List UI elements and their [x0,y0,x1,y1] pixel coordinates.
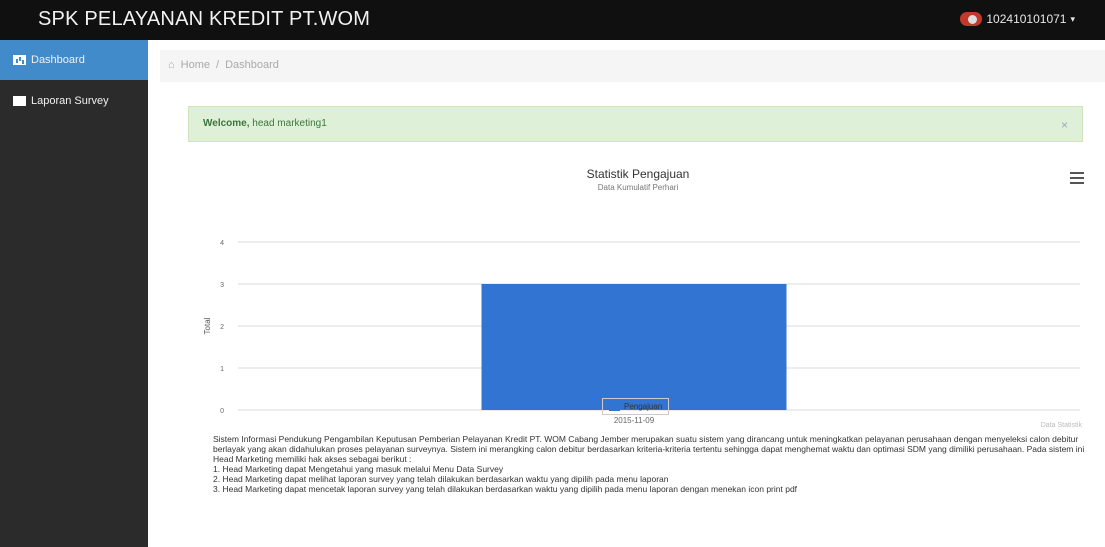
description-item: 2. Head Marketing dapat melihat laporan … [213,474,669,484]
home-icon: ⌂ [168,59,175,71]
legend-label: Pengajuan [624,402,663,411]
table-icon [13,96,26,106]
app-title[interactable]: SPK PELAYANAN KREDIT PT.WOM [38,8,370,31]
chart-title: Statistik Pengajuan [586,167,690,181]
user-menu[interactable]: 102410101071 ▾ [960,12,1075,26]
chart-subtitle: Data Kumulatif Perhari [597,183,679,192]
y-tick-label: 1 [220,366,224,373]
breadcrumb: ⌂ Home / Dashboard [160,50,1105,82]
breadcrumb-current: Dashboard [225,59,279,71]
description-paragraph: Sistem Informasi Pendukung Pengambilan K… [213,434,1085,464]
chart-legend[interactable]: Pengajuan [602,398,670,415]
y-tick-label: 3 [220,282,224,289]
description-item: 1. Head Marketing dapat Mengetahui yang … [213,464,504,474]
alert-text: head marketing1 [252,118,327,129]
sidebar-item-label: Dashboard [31,54,85,66]
top-navbar: SPK PELAYANAN KREDIT PT.WOM 102410101071… [0,0,1105,40]
description: Sistem Informasi Pendukung Pengambilan K… [213,434,1103,494]
sidebar-item-laporan-survey[interactable]: Laporan Survey [0,80,148,122]
sidebar-item-label: Laporan Survey [31,95,109,107]
chart-plot: 0 1 2 3 4 Total 2015-11-09 [203,240,1080,425]
y-tick-label: 4 [220,240,224,247]
breadcrumb-home[interactable]: Home [181,59,210,73]
sidebar-item-dashboard[interactable]: Dashboard [0,40,148,80]
y-axis-label: Total [203,317,212,334]
user-id: 102410101071 [986,12,1067,26]
user-avatar-icon [960,12,983,26]
close-icon[interactable]: × [1061,118,1068,132]
alert-strong: Welcome, [203,118,250,129]
legend-swatch [609,402,620,411]
alert-message: Welcome, head marketing1 [203,118,327,130]
dashboard-icon [13,55,26,65]
caret-down-icon: ▾ [1070,13,1075,24]
sidebar: Dashboard Laporan Survey [0,40,148,547]
hamburger-menu-icon[interactable] [1070,172,1084,184]
description-item: 3. Head Marketing dapat mencetak laporan… [213,484,798,494]
x-tick-label: 2015-11-09 [614,416,655,425]
welcome-alert: Welcome, head marketing1 × [188,106,1083,142]
chart-container: Statistik Pengajuan Data Kumulatif Perha… [188,162,1088,432]
y-tick-label: 2 [220,324,224,331]
chart-credits: Data Statistik [1040,422,1082,429]
bar [481,284,787,410]
breadcrumb-separator: / [216,59,220,71]
main-content: ⌂ Home / Dashboard Welcome, head marketi… [148,40,1105,547]
y-tick-label: 0 [220,408,224,415]
